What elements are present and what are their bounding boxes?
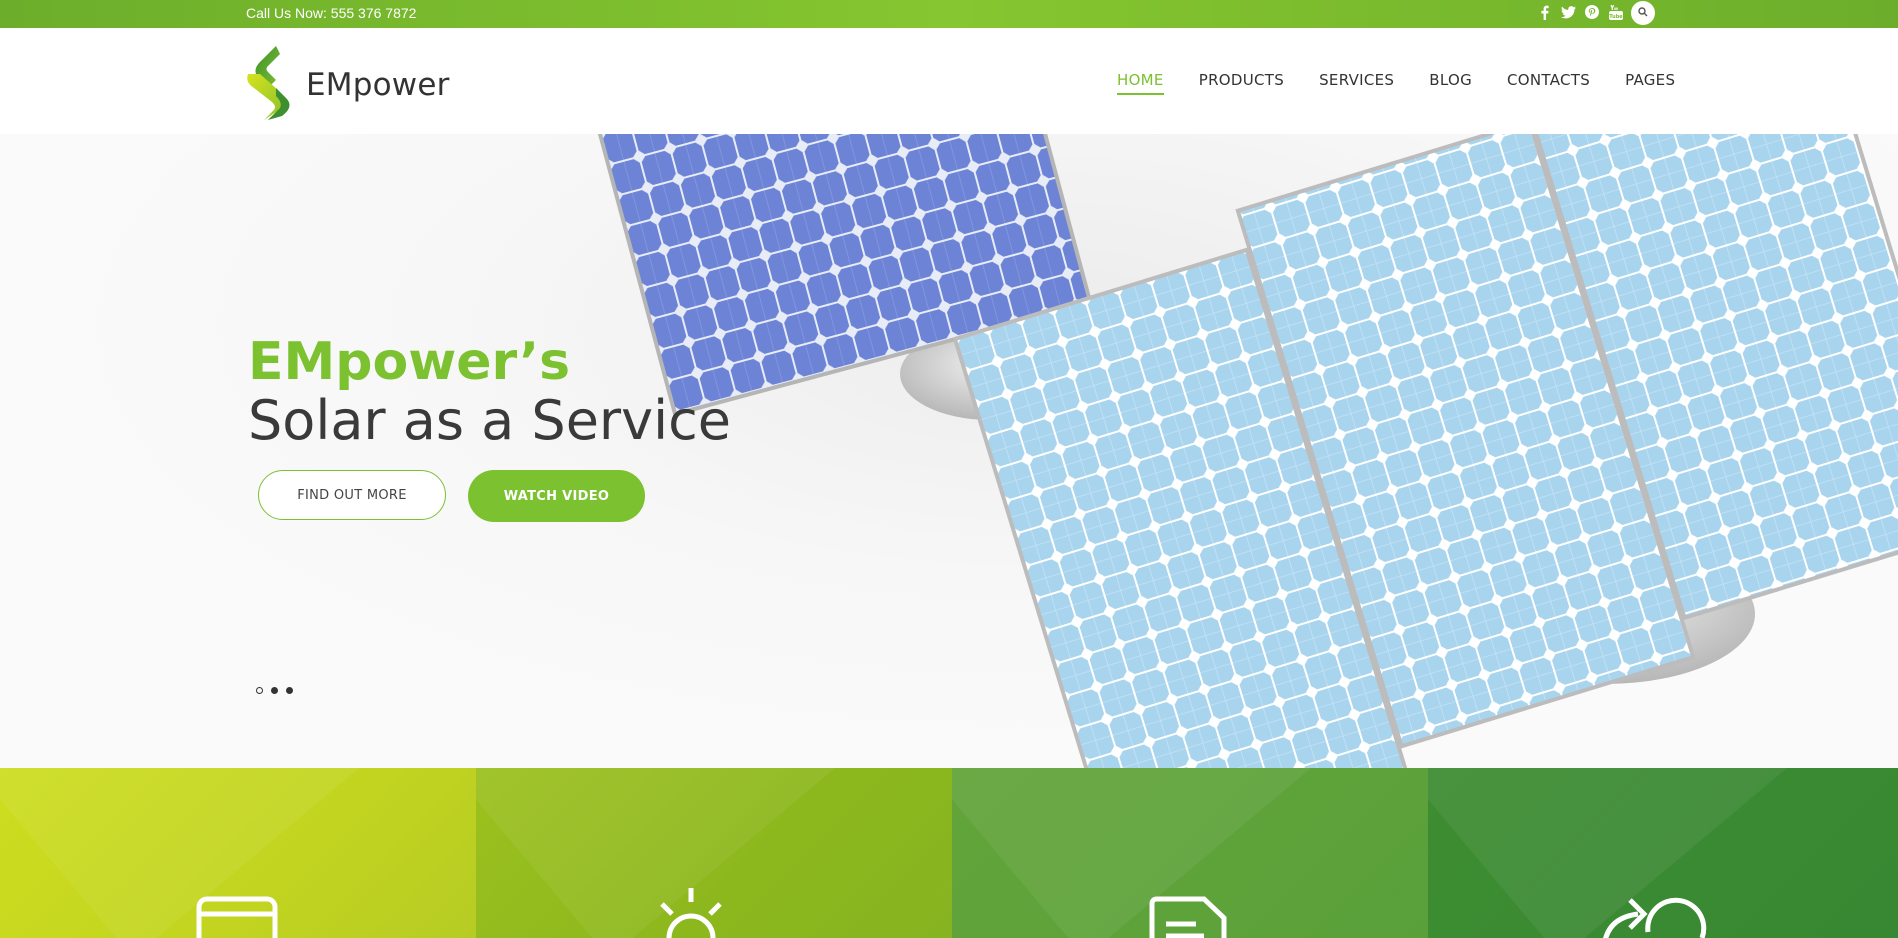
hero-slider: EMpower’s Solar as a Service FIND OUT MO… (0, 134, 1898, 768)
nav-item-pages[interactable]: PAGES (1625, 71, 1675, 95)
logo[interactable]: EMpower (246, 44, 450, 125)
nav-item-contacts[interactable]: CONTACTS (1507, 71, 1590, 95)
site-header: EMpower HOME PRODUCTS SERVICES BLOG CONT… (0, 28, 1898, 134)
feature-tile[interactable] (0, 768, 476, 938)
feature-tile[interactable] (476, 768, 952, 938)
twitter-icon[interactable] (1560, 3, 1576, 21)
youtube-icon[interactable]: Tube (1608, 3, 1624, 21)
nav-item-products[interactable]: PRODUCTS (1199, 71, 1284, 95)
sun-icon (654, 886, 728, 938)
slider-pagination (256, 687, 293, 694)
hero-title-main: Solar as a Service (248, 389, 731, 453)
hero-title-accent: EMpower’s (248, 332, 571, 392)
hero-title: EMpower’s Solar as a Service (248, 332, 731, 453)
logo-mark-icon (246, 44, 294, 125)
nav-item-services[interactable]: SERVICES (1319, 71, 1394, 95)
brand-name: EMpower (306, 66, 450, 103)
calculator-icon (196, 896, 278, 938)
facebook-icon[interactable] (1536, 3, 1552, 21)
slider-dot[interactable] (286, 687, 293, 694)
feature-tile[interactable] (952, 768, 1428, 938)
feature-band (0, 768, 1898, 938)
phone-number[interactable]: Call Us Now: 555 376 7872 (246, 5, 416, 21)
feature-tile[interactable] (1428, 768, 1898, 938)
cycle-arrow-icon (1598, 888, 1708, 938)
search-icon (1638, 4, 1648, 22)
find-out-more-button[interactable]: FIND OUT MORE (258, 470, 446, 520)
nav-item-blog[interactable]: BLOG (1429, 71, 1472, 95)
slider-dot[interactable] (256, 687, 263, 694)
document-icon (1148, 896, 1228, 938)
top-bar: Call Us Now: 555 376 7872 Tube (0, 0, 1898, 28)
svg-text:Tube: Tube (1609, 14, 1623, 20)
watch-video-button[interactable]: WATCH VIDEO (468, 470, 645, 522)
nav-item-home[interactable]: HOME (1117, 71, 1164, 95)
social-links: Tube (1536, 3, 1624, 21)
pinterest-icon[interactable] (1584, 3, 1600, 21)
main-nav: HOME PRODUCTS SERVICES BLOG CONTACTS PAG… (1117, 71, 1675, 95)
slider-dot[interactable] (271, 687, 278, 694)
search-button[interactable] (1631, 1, 1655, 25)
